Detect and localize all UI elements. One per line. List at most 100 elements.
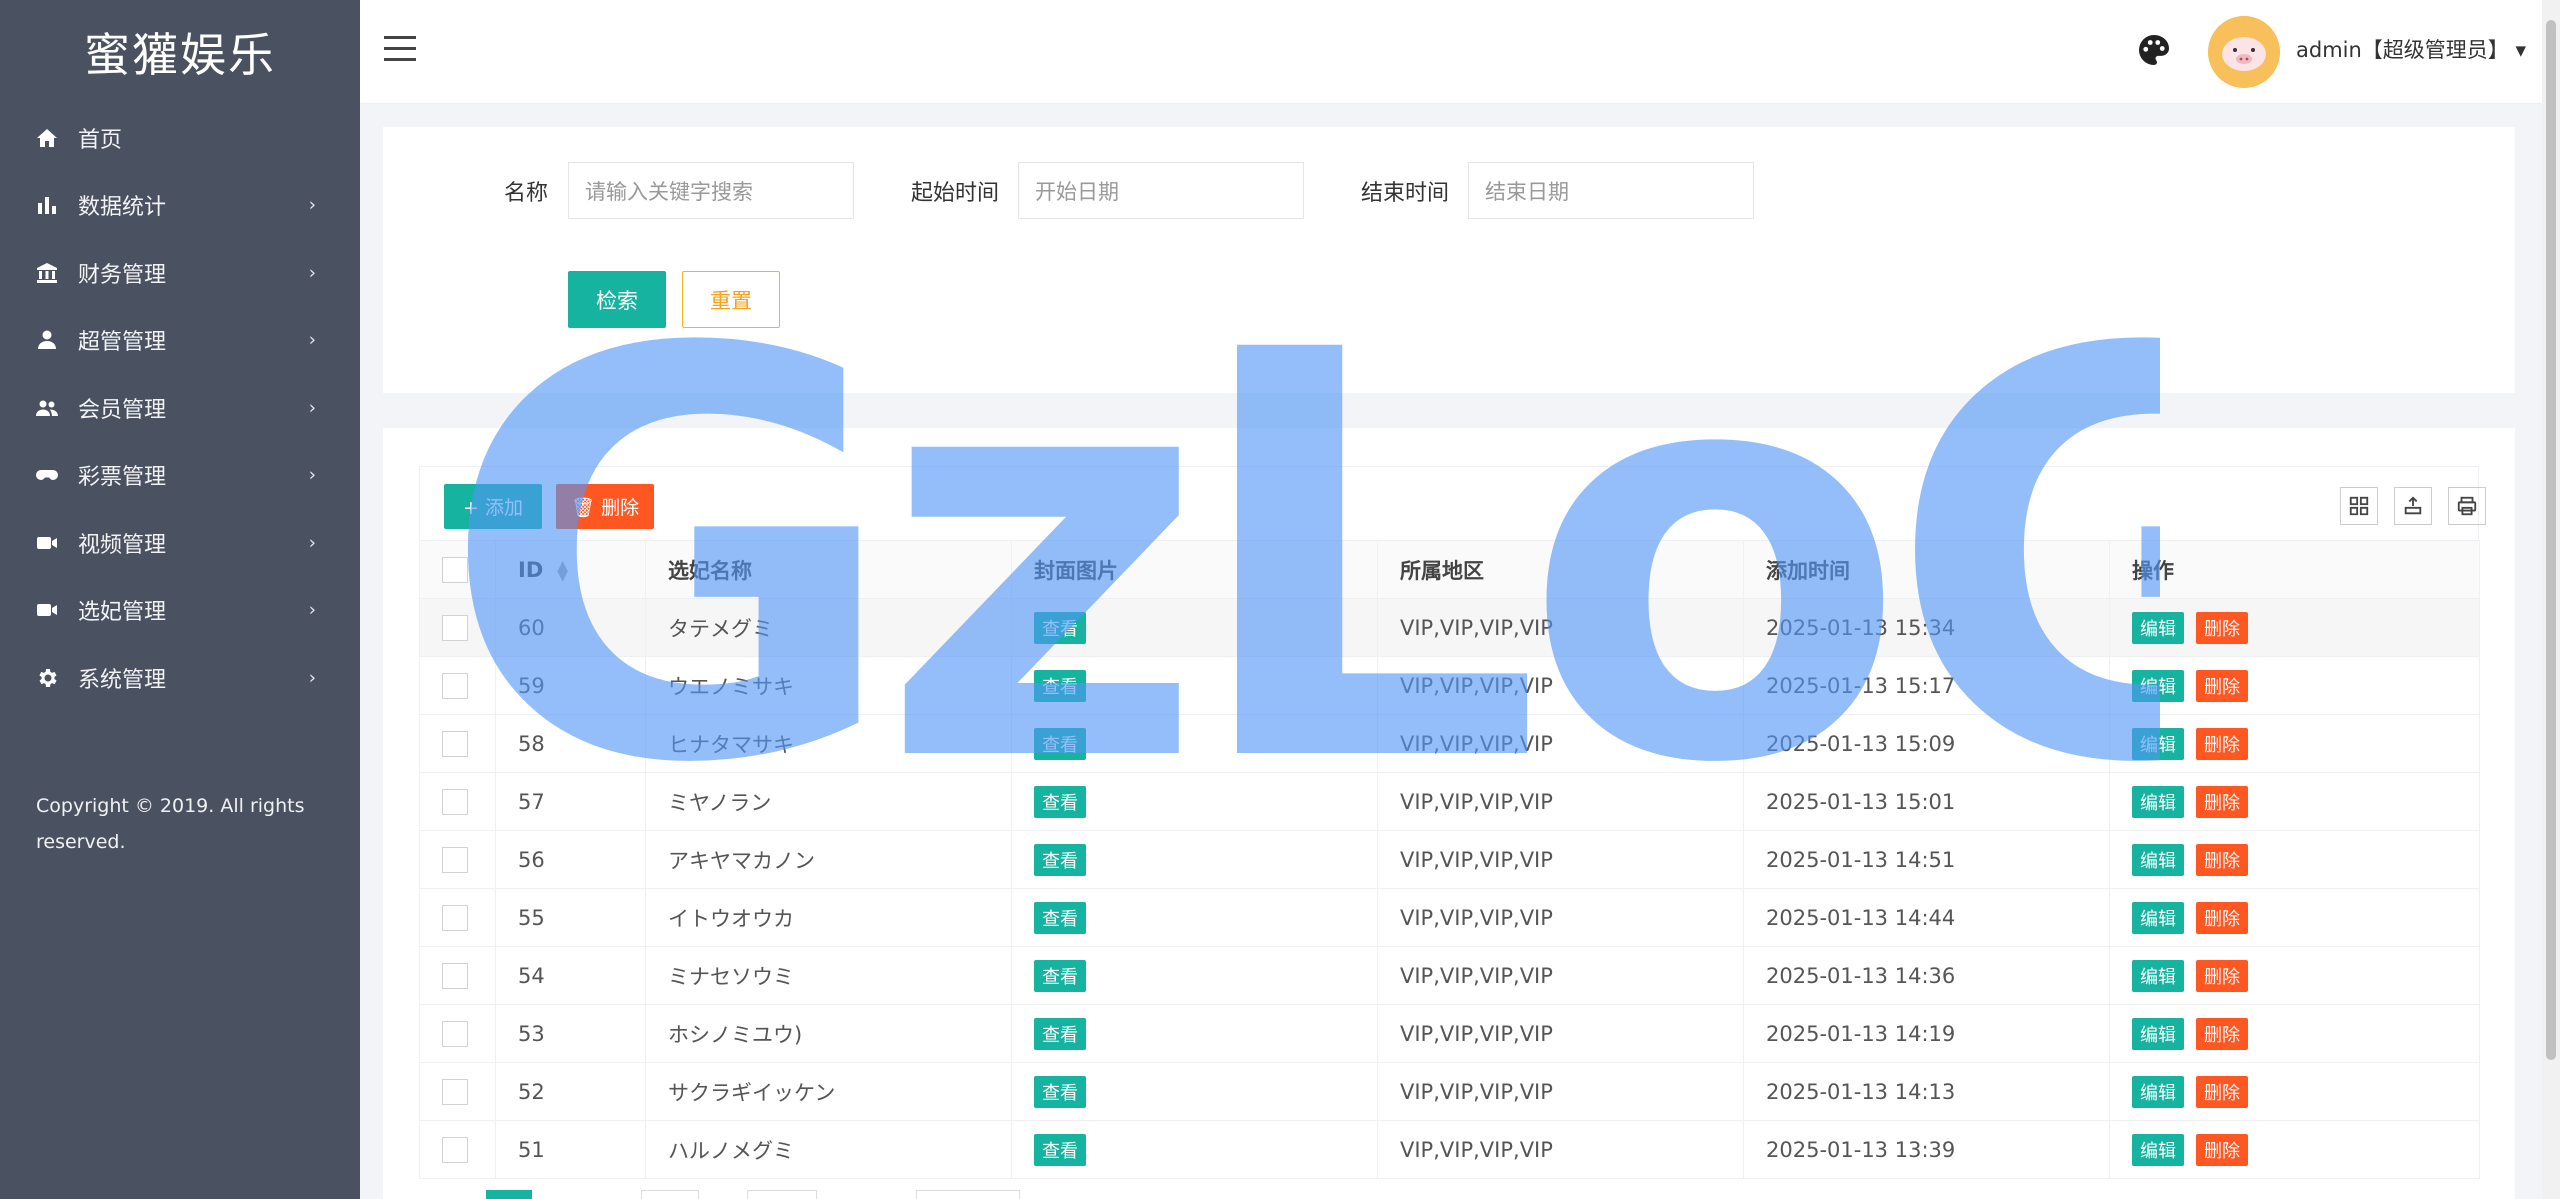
caret-down-icon: ▾ [2515, 38, 2527, 62]
cell-actions: 编辑 删除 [2109, 1120, 2480, 1179]
pager-page[interactable] [641, 1190, 699, 1199]
table-row[interactable]: 54 ミナセソウミ 查看 VIP,VIP,VIP,VIP 2025-01-13 … [419, 946, 2480, 1005]
view-cover-button[interactable]: 查看 [1034, 843, 1086, 876]
table-row[interactable]: 59 ウエノミサキ 查看 VIP,VIP,VIP,VIP 2025-01-13 … [419, 656, 2480, 715]
delete-button[interactable]: 删除 [2196, 901, 2248, 934]
view-cover-button[interactable]: 查看 [1034, 669, 1086, 702]
edit-button[interactable]: 编辑 [2132, 611, 2184, 644]
cell-time: 2025-01-13 14:36 [1743, 946, 2110, 1005]
edit-button[interactable]: 编辑 [2132, 843, 2184, 876]
delete-button[interactable]: 删除 [2196, 1075, 2248, 1108]
sidebar-item-videos[interactable]: 视频管理 › [0, 509, 360, 577]
table-row[interactable]: 58 ヒナタマサキ 查看 VIP,VIP,VIP,VIP 2025-01-13 … [419, 714, 2480, 773]
sidebar-item-home[interactable]: 首页 [0, 104, 360, 172]
row-checkbox[interactable] [442, 846, 468, 873]
sidebar-item-concubines[interactable]: 选妃管理 › [0, 577, 360, 645]
sidebar-item-system[interactable]: 系统管理 › [0, 644, 360, 712]
row-checkbox[interactable] [442, 962, 468, 989]
delete-button[interactable]: 删除 [2196, 843, 2248, 876]
start-date-input[interactable]: 开始日期 [1018, 162, 1304, 219]
cell-id: 51 [495, 1120, 646, 1179]
edit-button[interactable]: 编辑 [2132, 669, 2184, 702]
column-header-id[interactable]: ID ▲ ▼ [495, 540, 646, 599]
reset-button[interactable]: 重置 [682, 271, 780, 328]
sidebar-item-members[interactable]: 会员管理 › [0, 374, 360, 442]
sidebar-item-label: 超管管理 [78, 330, 167, 356]
row-checkbox[interactable] [442, 904, 468, 931]
view-cover-button[interactable]: 查看 [1034, 785, 1086, 818]
sidebar-item-admins[interactable]: 超管管理 › [0, 307, 360, 375]
edit-button[interactable]: 编辑 [2132, 785, 2184, 818]
cell-region: VIP,VIP,VIP,VIP [1377, 888, 1744, 947]
palette-icon[interactable] [2136, 32, 2172, 68]
columns-filter-icon[interactable] [2340, 487, 2378, 525]
search-button[interactable]: 检索 [568, 271, 666, 328]
table-row[interactable]: 57 ミヤノラン 查看 VIP,VIP,VIP,VIP 2025-01-13 1… [419, 772, 2480, 831]
table-row[interactable]: 56 アキヤマカノン 查看 VIP,VIP,VIP,VIP 2025-01-13… [419, 830, 2480, 889]
end-time-label: 结束时间 [1361, 181, 1450, 206]
delete-button[interactable]: 删除 [2196, 1017, 2248, 1050]
edit-button[interactable]: 编辑 [2132, 1017, 2184, 1050]
table-row[interactable]: 52 サクラギイッケン 查看 VIP,VIP,VIP,VIP 2025-01-1… [419, 1062, 2480, 1121]
avatar[interactable] [2208, 16, 2280, 88]
edit-button[interactable]: 编辑 [2132, 1075, 2184, 1108]
edit-button[interactable]: 编辑 [2132, 959, 2184, 992]
view-cover-button[interactable]: 查看 [1034, 611, 1086, 644]
sidebar-item-lottery[interactable]: 彩票管理 › [0, 442, 360, 510]
row-checkbox[interactable] [442, 614, 468, 641]
sidebar-item-finance[interactable]: 财务管理 › [0, 239, 360, 307]
table-row[interactable]: 60 タテメグミ 查看 VIP,VIP,VIP,VIP 2025-01-13 1… [419, 598, 2480, 657]
export-icon[interactable] [2394, 487, 2432, 525]
delete-button[interactable]: 删除 [2196, 611, 2248, 644]
row-checkbox[interactable] [442, 1078, 468, 1105]
edit-button[interactable]: 编辑 [2132, 1133, 2184, 1166]
view-cover-button[interactable]: 查看 [1034, 727, 1086, 760]
chevron-right-icon: › [308, 262, 316, 284]
sort-icon[interactable]: ▲ ▼ [557, 559, 568, 583]
column-header-time: 添加时间 [1743, 540, 2110, 599]
delete-button[interactable]: 删除 [2196, 785, 2248, 818]
row-checkbox[interactable] [442, 730, 468, 757]
view-cover-button[interactable]: 查看 [1034, 1075, 1086, 1108]
sidebar-item-statistics[interactable]: 数据统计 › [0, 172, 360, 240]
edit-button[interactable]: 编辑 [2132, 727, 2184, 760]
table-row[interactable]: 51 ハルノメグミ 查看 VIP,VIP,VIP,VIP 2025-01-13 … [419, 1120, 2480, 1179]
pager-size-select[interactable] [916, 1190, 1020, 1199]
delete-button[interactable]: 删除 [2196, 959, 2248, 992]
edit-button[interactable]: 编辑 [2132, 901, 2184, 934]
delete-button[interactable]: 删除 [2196, 669, 2248, 702]
select-all-checkbox[interactable] [442, 556, 468, 583]
cell-actions: 编辑 删除 [2109, 656, 2480, 715]
print-icon[interactable] [2448, 487, 2486, 525]
menu-toggle-icon[interactable] [384, 36, 416, 66]
search-panel: 名称 请输入关键字搜索 起始时间 开始日期 结束时间 结束日期 检索 重置 [383, 127, 2515, 393]
view-cover-button[interactable]: 查看 [1034, 1133, 1086, 1166]
batch-delete-button[interactable]: 🗑 删除 [556, 484, 654, 529]
data-table: ID ▲ ▼ 选妃名称 封面图片 所属地区 添加时间 操作 60 タテメグミ 查看 … [419, 540, 2480, 1179]
cell-name: ホシノミユウ) [645, 1004, 1012, 1063]
view-cover-button[interactable]: 查看 [1034, 959, 1086, 992]
table-row[interactable]: 53 ホシノミユウ) 查看 VIP,VIP,VIP,VIP 2025-01-13… [419, 1004, 2480, 1063]
pager-current-page[interactable] [486, 1190, 532, 1199]
cell-cover: 查看 [1011, 1062, 1378, 1121]
video-camera-icon [32, 528, 62, 558]
view-cover-button[interactable]: 查看 [1034, 901, 1086, 934]
column-header-region: 所属地区 [1377, 540, 1744, 599]
table-row[interactable]: 55 イトウオウカ 查看 VIP,VIP,VIP,VIP 2025-01-13 … [419, 888, 2480, 947]
delete-button[interactable]: 删除 [2196, 727, 2248, 760]
page-scrollbar[interactable] [2542, 0, 2560, 1199]
row-checkbox[interactable] [442, 672, 468, 699]
end-date-input[interactable]: 结束日期 [1468, 162, 1754, 219]
row-checkbox[interactable] [442, 1136, 468, 1163]
pager-page[interactable] [747, 1190, 817, 1199]
view-cover-button[interactable]: 查看 [1034, 1017, 1086, 1050]
scrollbar-thumb[interactable] [2546, 20, 2556, 1060]
row-checkbox[interactable] [442, 788, 468, 815]
add-button[interactable]: + 添加 [444, 484, 542, 529]
delete-button[interactable]: 删除 [2196, 1133, 2248, 1166]
sidebar-item-label: 财务管理 [78, 262, 167, 288]
user-menu[interactable]: admin【超级管理员】 ▾ [2296, 34, 2526, 64]
name-search-input[interactable]: 请输入关键字搜索 [568, 162, 854, 219]
row-checkbox[interactable] [442, 1020, 468, 1047]
cell-id: 52 [495, 1062, 646, 1121]
